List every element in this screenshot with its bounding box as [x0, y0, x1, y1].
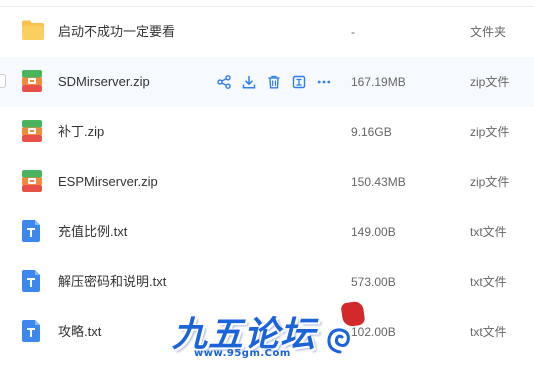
file-type: zip文件: [470, 125, 510, 139]
file-name[interactable]: 攻略.txt: [58, 307, 101, 357]
file-row-4[interactable]: 充值比例.txt 149.00B txt文件: [0, 207, 534, 257]
file-type: zip文件: [470, 175, 510, 189]
file-name[interactable]: 补丁.zip: [58, 107, 104, 157]
file-name[interactable]: 解压密码和说明.txt: [58, 257, 166, 307]
zip-icon: [21, 69, 43, 93]
file-row-2[interactable]: 补丁.zip 9.16GB zip文件: [0, 107, 534, 157]
row-checkbox[interactable]: [0, 74, 6, 88]
txt-icon: [21, 219, 43, 243]
file-type: zip文件: [470, 75, 510, 89]
file-row-5[interactable]: 解压密码和说明.txt 573.00B txt文件: [0, 257, 534, 307]
file-size: 149.00B: [351, 225, 396, 239]
file-size: 573.00B: [351, 275, 396, 289]
more-button[interactable]: [316, 74, 332, 90]
file-type: txt文件: [470, 225, 507, 239]
folder-icon: [21, 19, 44, 43]
delete-button[interactable]: [266, 74, 282, 90]
zip-icon: [21, 119, 43, 143]
file-size: -: [351, 25, 355, 39]
share-button[interactable]: [216, 74, 232, 90]
zip-icon: [21, 169, 43, 193]
file-row-3[interactable]: ESPMirserver.zip 150.43MB zip文件: [0, 157, 534, 207]
file-row-0[interactable]: 启动不成功一定要看 - 文件夹: [0, 7, 534, 57]
file-name[interactable]: ESPMirserver.zip: [58, 157, 158, 207]
download-icon: [242, 76, 256, 89]
file-row-6[interactable]: 攻略.txt 102.00B txt文件: [0, 307, 534, 357]
file-size: 150.43MB: [351, 175, 406, 189]
more-icon: [317, 80, 331, 84]
txt-icon: [21, 319, 43, 343]
file-type: txt文件: [470, 325, 507, 339]
share-icon: [217, 75, 231, 89]
file-size: 102.00B: [351, 325, 396, 339]
file-size: 167.19MB: [351, 75, 406, 89]
file-name[interactable]: 充值比例.txt: [58, 207, 127, 257]
move-icon: [292, 75, 306, 89]
download-button[interactable]: [241, 74, 257, 90]
file-list: 启动不成功一定要看 - 文件夹 SDMirserver.zip 167.19MB…: [0, 0, 534, 371]
txt-icon: [21, 269, 43, 293]
file-size: 9.16GB: [351, 125, 392, 139]
move-button[interactable]: [291, 74, 307, 90]
file-row-1[interactable]: SDMirserver.zip 167.19MB zip文件: [0, 57, 534, 107]
trash-icon: [268, 75, 280, 89]
file-type: txt文件: [470, 275, 507, 289]
file-type: 文件夹: [470, 25, 507, 39]
file-name[interactable]: 启动不成功一定要看: [58, 7, 175, 57]
row-actions: [216, 73, 341, 91]
file-name[interactable]: SDMirserver.zip: [58, 57, 150, 107]
